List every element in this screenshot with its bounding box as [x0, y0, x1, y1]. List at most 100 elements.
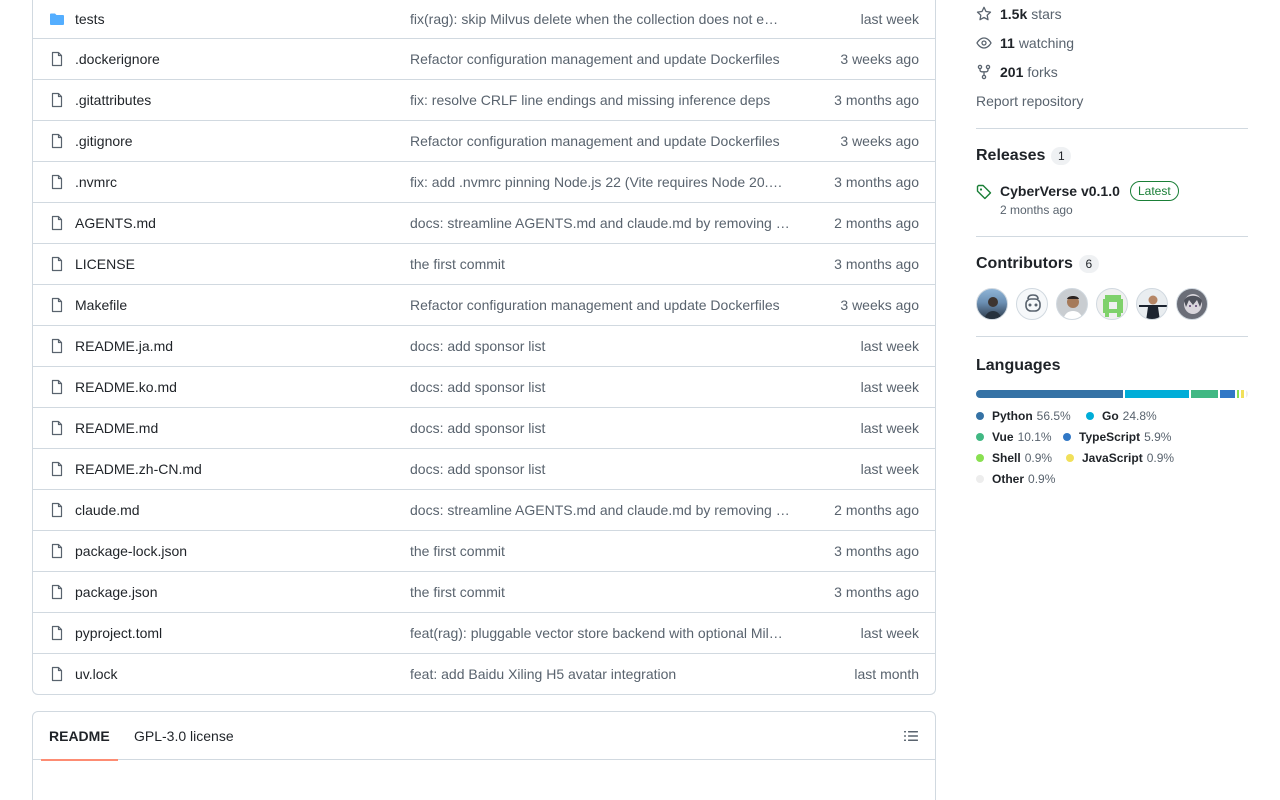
file-name-link[interactable]: .gitattributes [75, 92, 151, 108]
file-icon [49, 543, 65, 559]
file-icon [49, 379, 65, 395]
tab-license[interactable]: GPL-3.0 license [126, 712, 242, 760]
table-row[interactable]: .nvmrc fix: add .nvmrc pinning Node.js 22… [33, 161, 935, 202]
file-icon [49, 256, 65, 272]
language-color-dot [976, 412, 984, 420]
file-name-link[interactable]: README.zh-CN.md [75, 461, 202, 477]
language-item[interactable]: Python 56.5% [976, 409, 1071, 423]
eye-icon [976, 37, 992, 49]
language-bar-segment [1245, 390, 1248, 398]
release-link[interactable]: CyberVerse v0.1.0 [1000, 183, 1120, 199]
table-row[interactable]: README.md docs: add sponsor list last week [33, 407, 935, 448]
commit-age: 3 weeks ago [840, 133, 919, 149]
file-name-link[interactable]: package.json [75, 584, 158, 600]
commit-message-link[interactable]: the first commit [410, 256, 802, 272]
languages-title: Languages [976, 357, 1061, 374]
commit-message-link[interactable]: fix(rag): skip Milvus delete when the co… [410, 11, 802, 27]
language-name: Shell [992, 451, 1021, 465]
file-name-link[interactable]: Makefile [75, 297, 127, 313]
file-name-link[interactable]: package-lock.json [75, 543, 187, 559]
commit-message-link[interactable]: Refactor configuration management and up… [410, 133, 802, 149]
avatar[interactable] [1176, 288, 1208, 320]
fork-icon [977, 64, 991, 80]
language-percent: 5.9% [1144, 430, 1172, 444]
list-unordered-icon[interactable] [903, 728, 919, 744]
table-row[interactable]: README.zh-CN.md docs: add sponsor list las… [33, 448, 935, 489]
file-name-link[interactable]: pyproject.toml [75, 625, 162, 641]
latest-badge: Latest [1130, 181, 1179, 201]
commit-message-link[interactable]: the first commit [410, 543, 802, 559]
tag-icon [976, 184, 992, 203]
commit-message-link[interactable]: the first commit [410, 584, 802, 600]
language-bar-segment [976, 390, 1123, 398]
contributors-heading[interactable]: Contributors 6 [976, 255, 1099, 273]
watching-link[interactable]: 11 watching [976, 35, 1074, 51]
table-row[interactable]: tests fix(rag): skip Milvus delete when t… [33, 0, 935, 38]
file-name-link[interactable]: .gitignore [75, 133, 133, 149]
commit-message-link[interactable]: feat(rag): pluggable vector store backen… [410, 625, 802, 641]
file-name-link[interactable]: AGENTS.md [75, 215, 156, 231]
releases-title: Releases [976, 147, 1046, 164]
avatar[interactable] [1016, 288, 1048, 320]
commit-message-link[interactable]: feat: add Baidu Xiling H5 avatar integra… [410, 666, 802, 682]
file-name-link[interactable]: uv.lock [75, 666, 118, 682]
file-name-link[interactable]: README.ja.md [75, 338, 173, 354]
stars-link[interactable]: 1.5k stars [976, 6, 1062, 22]
watching-count: 11 [1000, 35, 1015, 51]
file-name-link[interactable]: tests [75, 11, 105, 27]
forks-link[interactable]: 201 forks [976, 64, 1058, 80]
table-row[interactable]: README.ko.md docs: add sponsor list last w… [33, 366, 935, 407]
commit-message-link[interactable]: docs: add sponsor list [410, 379, 802, 395]
table-row[interactable]: AGENTS.md docs: streamline AGENTS.md and … [33, 202, 935, 243]
report-repository-link[interactable]: Report repository [976, 93, 1083, 109]
table-row[interactable]: pyproject.toml feat(rag): pluggable vecto… [33, 612, 935, 653]
commit-message-link[interactable]: docs: streamline AGENTS.md and claude.md… [410, 215, 802, 231]
commit-age: 3 months ago [834, 543, 919, 559]
table-row[interactable]: README.ja.md docs: add sponsor list last w… [33, 325, 935, 366]
avatar[interactable] [1096, 288, 1128, 320]
commit-message-link[interactable]: docs: add sponsor list [410, 461, 802, 477]
table-row[interactable]: package-lock.json the first commit 3 month… [33, 530, 935, 571]
commit-message-link[interactable]: fix: resolve CRLF line endings and missi… [410, 92, 802, 108]
table-row[interactable]: .dockerignore Refactor configuration mana… [33, 38, 935, 79]
commit-message-link[interactable]: fix: add .nvmrc pinning Node.js 22 (Vite… [410, 174, 802, 190]
table-row[interactable]: uv.lock feat: add Baidu Xiling H5 avatar … [33, 653, 935, 694]
stars-count: 1.5k [1000, 6, 1028, 22]
language-bar-segment [1191, 390, 1218, 398]
commit-message-link[interactable]: Refactor configuration management and up… [410, 297, 802, 313]
releases-heading[interactable]: Releases 1 [976, 147, 1072, 165]
table-row[interactable]: Makefile Refactor configuration managemen… [33, 284, 935, 325]
commit-message-link[interactable]: docs: streamline AGENTS.md and claude.md… [410, 502, 802, 518]
file-name-link[interactable]: claude.md [75, 502, 140, 518]
commit-message-link[interactable]: Refactor configuration management and up… [410, 51, 802, 67]
table-row[interactable]: .gitattributes fix: resolve CRLF line end… [33, 79, 935, 120]
file-name-link[interactable]: .dockerignore [75, 51, 160, 67]
language-item[interactable]: Vue 10.1% [976, 430, 1052, 444]
language-item[interactable]: Go 24.8% [1086, 409, 1157, 423]
table-row[interactable]: package.json the first commit 3 months ago [33, 571, 935, 612]
language-item[interactable]: Other 0.9% [976, 472, 1055, 486]
file-name-link[interactable]: LICENSE [75, 256, 135, 272]
commit-message-link[interactable]: docs: add sponsor list [410, 338, 802, 354]
language-item[interactable]: TypeScript 5.9% [1063, 430, 1171, 444]
table-row[interactable]: .gitignore Refactor configuration managem… [33, 120, 935, 161]
file-name-link[interactable]: README.md [75, 420, 158, 436]
table-row[interactable]: LICENSE the first commit 3 months ago [33, 243, 935, 284]
file-name-link[interactable]: .nvmrc [75, 174, 117, 190]
stars-label: stars [1031, 6, 1062, 22]
language-item[interactable]: JavaScript 0.9% [1066, 451, 1174, 465]
avatar[interactable] [1136, 288, 1168, 320]
divider [976, 128, 1248, 129]
avatar[interactable] [1056, 288, 1088, 320]
tab-readme[interactable]: README [41, 712, 118, 761]
watching-label: watching [1018, 35, 1075, 51]
commit-age: 2 months ago [834, 502, 919, 518]
commit-message-link[interactable]: docs: add sponsor list [410, 420, 802, 436]
file-name-link[interactable]: README.ko.md [75, 379, 177, 395]
table-row[interactable]: claude.md docs: streamline AGENTS.md and … [33, 489, 935, 530]
avatar[interactable] [976, 288, 1008, 320]
commit-age: 3 months ago [834, 584, 919, 600]
commit-age: 3 months ago [834, 92, 919, 108]
language-item[interactable]: Shell 0.9% [976, 451, 1052, 465]
language-bar-segment [1236, 390, 1240, 398]
